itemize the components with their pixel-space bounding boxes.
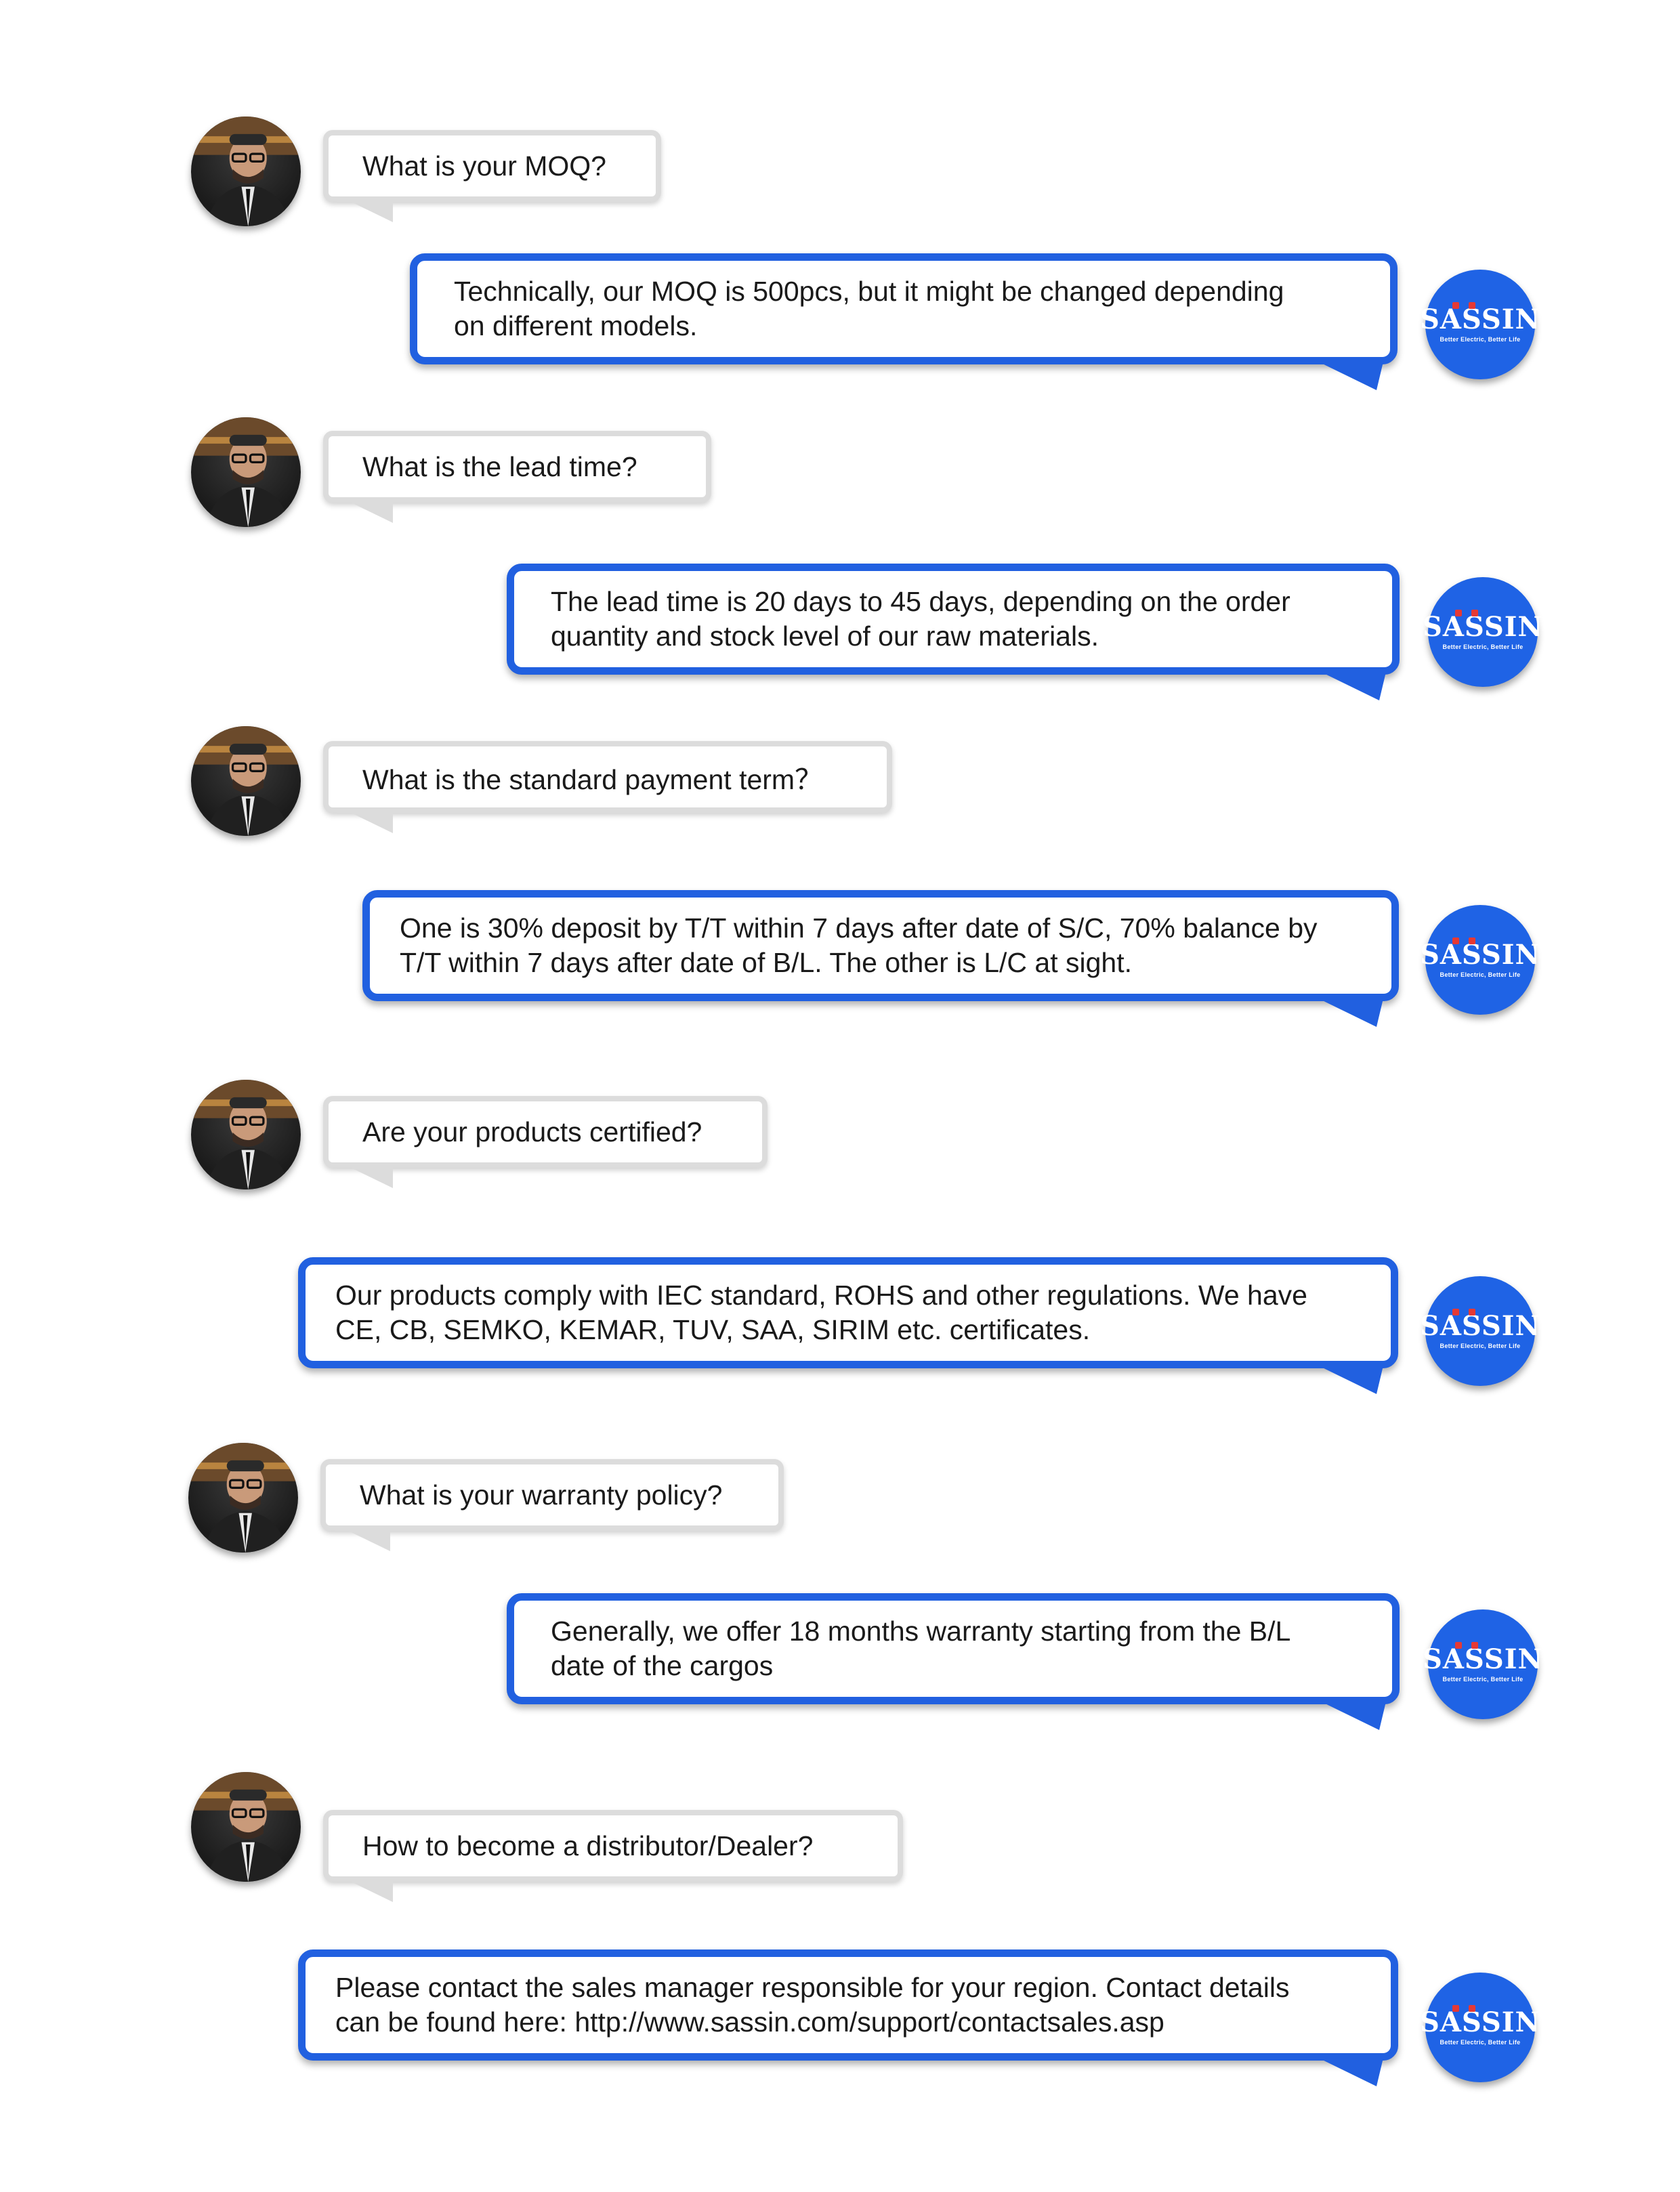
question-text: What is your warranty policy? [360,1479,723,1511]
customer-avatar [188,1443,298,1553]
sassin-avatar: SASSIN Better Electric, Better Life [1423,577,1542,687]
question-text: What is the standard payment term？ [362,764,823,795]
question-text: Are your products certified? [362,1116,702,1147]
customer-photo-icon [191,1080,301,1189]
customer-photo-icon [191,1772,301,1882]
answer-bubble: Technically, our MOQ is 500pcs, but it m… [410,253,1398,364]
sassin-tagline: Better Electric, Better Life [1442,644,1524,650]
sassin-tagline: Better Electric, Better Life [1440,336,1521,343]
answer-bubble: One is 30% deposit by T/T within 7 days … [362,890,1399,1001]
question-bubble-tail [345,500,393,523]
sassin-avatar: SASSIN Better Electric, Better Life [1420,905,1540,1015]
question-bubble: What is the standard payment term？ [323,741,892,813]
customer-avatar [191,726,301,836]
question-bubble-tail [345,1879,393,1902]
question-text: What is your MOQ? [362,150,606,182]
answer-text: Our products comply with IEC standard, R… [335,1280,1307,1345]
question-bubble: What is the lead time? [323,431,711,503]
customer-photo-icon [191,726,301,836]
sassin-avatar: SASSIN Better Electric, Better Life [1420,1276,1540,1386]
answer-bubble-tail [1318,1366,1383,1394]
answer-bubble: Please contact the sales manager respons… [298,1949,1398,2061]
sassin-avatar: SASSIN Better Electric, Better Life [1420,1973,1540,2082]
question-text: How to become a distributor/Dealer? [362,1830,814,1861]
sassin-tagline: Better Electric, Better Life [1440,971,1521,978]
answer-text: Technically, our MOQ is 500pcs, but it m… [454,276,1284,341]
answer-bubble-tail [1318,362,1383,390]
answer-bubble-tail [1318,998,1383,1027]
customer-avatar [191,117,301,226]
question-bubble-tail [345,810,393,833]
question-text: What is the lead time? [362,450,637,482]
question-bubble: How to become a distributor/Dealer? [323,1810,903,1882]
sassin-avatar: SASSIN Better Electric, Better Life [1423,1609,1542,1719]
customer-photo-icon [188,1443,298,1553]
customer-avatar [191,1772,301,1882]
answer-bubble: Our products comply with IEC standard, R… [298,1257,1398,1368]
answer-bubble-tail [1321,672,1386,700]
question-bubble: What is your MOQ? [323,130,661,202]
question-bubble-tail [343,1528,390,1551]
customer-photo-icon [191,417,301,527]
answer-text: One is 30% deposit by T/T within 7 days … [400,912,1318,978]
answer-text: The lead time is 20 days to 45 days, dep… [551,586,1290,652]
sassin-logo: SASSIN [1419,2005,1541,2038]
sassin-logo: SASSIN [1422,1642,1544,1675]
sassin-tagline: Better Electric, Better Life [1440,2039,1521,2046]
answer-bubble-tail [1321,1702,1386,1730]
answer-text: Generally, we offer 18 months warranty s… [551,1616,1291,1681]
answer-bubble: The lead time is 20 days to 45 days, dep… [507,564,1400,675]
sassin-logo: SASSIN [1419,937,1541,971]
sassin-avatar: SASSIN Better Electric, Better Life [1420,270,1540,379]
sassin-tagline: Better Electric, Better Life [1440,1343,1521,1349]
sassin-tagline: Better Electric, Better Life [1442,1676,1524,1683]
question-bubble-tail [345,1165,393,1188]
customer-avatar [191,417,301,527]
answer-text: Please contact the sales manager respons… [335,1972,1290,2038]
question-bubble: Are your products certified? [323,1096,768,1168]
question-bubble: What is your warranty policy? [320,1459,784,1531]
sassin-logo: SASSIN [1419,1309,1541,1342]
sassin-logo: SASSIN [1422,610,1544,643]
answer-bubble-tail [1318,2058,1383,2086]
question-bubble-tail [345,199,393,222]
answer-bubble: Generally, we offer 18 months warranty s… [507,1593,1400,1704]
sassin-logo: SASSIN [1419,302,1541,335]
customer-photo-icon [191,117,301,226]
customer-avatar [191,1080,301,1189]
